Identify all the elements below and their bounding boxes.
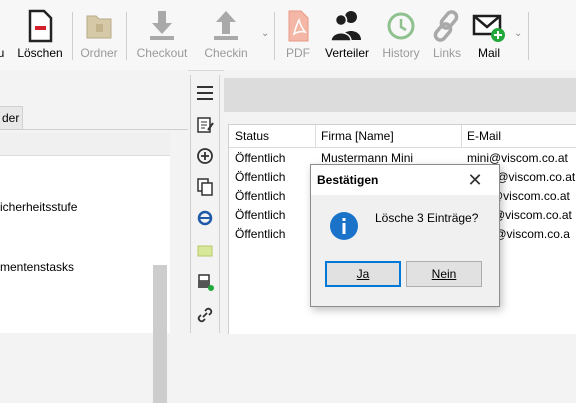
column-divider[interactable] — [461, 125, 462, 147]
toolbar-separator — [274, 12, 275, 60]
checkin-button[interactable]: Checkin — [198, 8, 254, 64]
delete-button[interactable]: Löschen — [14, 8, 66, 64]
folder-button[interactable]: Ordner — [76, 8, 122, 64]
browser-icon[interactable] — [195, 208, 215, 228]
history-button[interactable]: History — [378, 8, 424, 64]
tree-item[interactable]: icherheitsstufe — [0, 200, 77, 214]
menu-icon[interactable] — [195, 83, 215, 103]
no-button[interactable]: Nein — [406, 261, 482, 287]
toolbar-separator — [72, 12, 73, 60]
chevron-down-icon[interactable]: ⌄ — [514, 28, 522, 39]
folder-tree: icherheitsstufe mentenstasks — [0, 156, 170, 333]
add-circle-icon[interactable] — [195, 146, 215, 166]
card-icon[interactable] — [195, 241, 215, 261]
folder-icon — [86, 15, 112, 39]
yes-button[interactable]: Ja — [325, 261, 401, 287]
column-divider[interactable] — [315, 125, 316, 147]
toolbar-button-cut[interactable]: u — [0, 8, 8, 64]
distribution-list-button[interactable]: Verteiler — [320, 8, 374, 64]
delete-doc-icon — [28, 9, 53, 43]
tree-header — [0, 133, 170, 156]
scrollbar-thumb[interactable] — [153, 265, 167, 403]
edit-doc-icon[interactable] — [195, 115, 215, 135]
dialog-message: Lösche 3 Einträge? — [375, 211, 479, 225]
column-header-email[interactable]: E-Mail — [467, 129, 501, 143]
mail-add-icon — [472, 14, 505, 42]
toolbar-separator — [528, 12, 529, 60]
checkout-button[interactable]: Checkout — [132, 8, 192, 64]
close-icon[interactable]: ✕ — [463, 168, 487, 192]
column-header-status[interactable]: Status — [235, 129, 269, 143]
ribbon-toolbar: u Löschen Ordner Checkout Checkin ⌄ PDF … — [0, 0, 576, 71]
vertical-toolbar — [190, 75, 220, 333]
download-icon — [150, 11, 174, 40]
upload-icon — [214, 11, 238, 40]
dialog-body: Lösche 3 Einträge? Ja Nein — [311, 195, 499, 306]
link-icon[interactable] — [195, 305, 215, 325]
history-icon — [387, 12, 415, 40]
link-icon — [433, 10, 459, 42]
grid-header: Status Firma [Name] E-Mail — [229, 125, 576, 148]
mail-button[interactable]: Mail — [470, 8, 508, 64]
content-header-bar — [224, 78, 576, 112]
nav-tab[interactable]: der — [0, 106, 23, 130]
chevron-down-icon[interactable]: ⌄ — [261, 28, 269, 39]
confirm-dialog: Bestätigen ✕ Lösche 3 Einträge? Ja Nein — [310, 164, 500, 307]
dialog-titlebar[interactable]: Bestätigen ✕ — [311, 165, 499, 195]
navigation-pane: der icherheitsstufe mentenstasks — [0, 70, 188, 403]
people-icon — [330, 11, 361, 42]
printer-icon[interactable] — [195, 272, 215, 292]
pdf-button[interactable]: PDF — [280, 8, 316, 64]
pdf-icon — [288, 10, 309, 42]
doc-cut-icon — [0, 8, 8, 44]
info-icon — [330, 212, 358, 240]
dialog-title: Bestätigen — [317, 173, 379, 187]
links-button[interactable]: Links — [428, 8, 466, 64]
divider — [0, 129, 188, 130]
copy-doc-icon[interactable] — [195, 177, 215, 197]
tree-item[interactable]: mentenstasks — [0, 260, 74, 274]
toolbar-separator — [126, 12, 127, 60]
column-header-firma[interactable]: Firma [Name] — [321, 129, 394, 143]
